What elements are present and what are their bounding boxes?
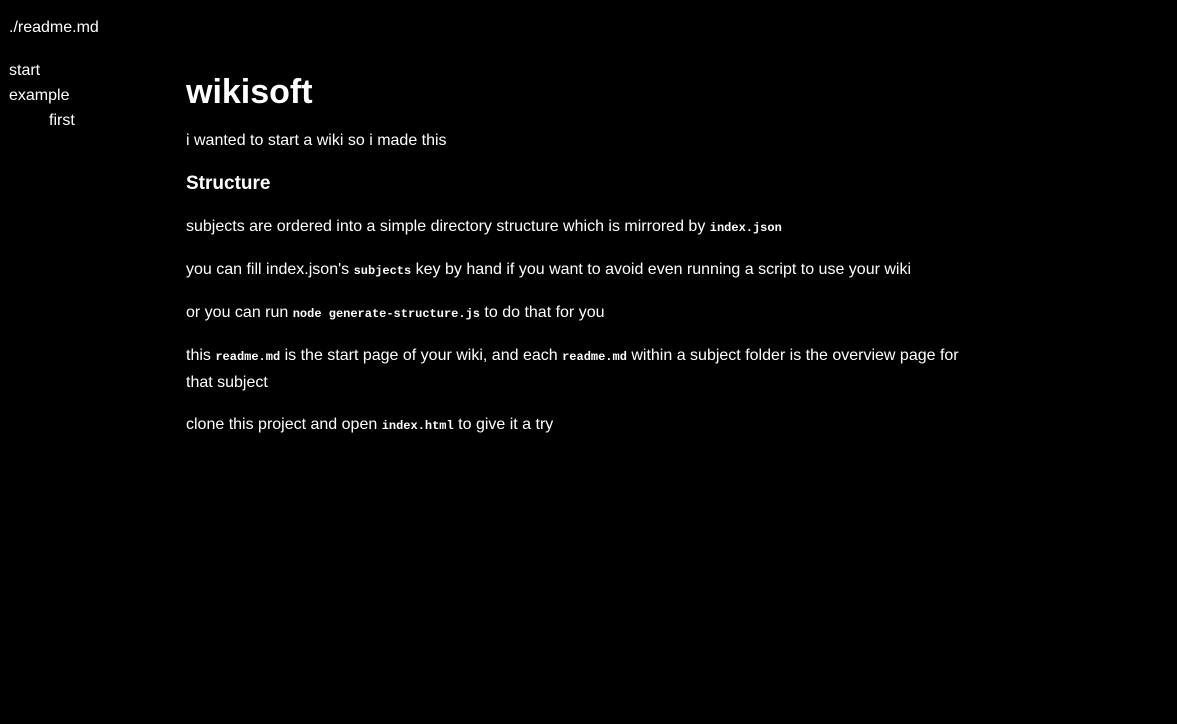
paragraph-readme: this readme.md is the start page of your…: [186, 343, 986, 396]
sidebar-item-first[interactable]: first: [9, 108, 75, 133]
paragraph-generate: or you can run node generate-structure.j…: [186, 300, 986, 327]
inline-code: index.html: [381, 419, 454, 433]
section-heading: Structure: [186, 173, 271, 194]
paragraph-subjects: you can fill index.json's subjects key b…: [186, 257, 986, 284]
paragraph-text: this: [186, 347, 216, 364]
intro-text: i wanted to start a wiki so i made this: [186, 132, 447, 149]
main-content: wikisoft i wanted to start a wiki so i m…: [186, 70, 986, 439]
paragraph-clone: clone this project and open index.html t…: [186, 412, 986, 439]
file-path: ./readme.md: [9, 19, 99, 36]
sidebar-nav: start example first: [9, 58, 75, 133]
sidebar-item-example[interactable]: example: [9, 83, 75, 108]
paragraph-text: subjects are ordered into a simple direc…: [186, 218, 710, 235]
paragraph-text: is the start page of your wiki, and each: [280, 347, 563, 364]
inline-code: subjects: [353, 264, 412, 278]
inline-code: index.json: [709, 221, 782, 235]
paragraph-structure: subjects are ordered into a simple direc…: [186, 214, 986, 241]
sidebar-item-start[interactable]: start: [9, 58, 75, 83]
inline-code: node generate-structure.js: [292, 307, 480, 321]
paragraph-text: to give it a try: [453, 416, 554, 433]
inline-code: readme.md: [562, 350, 627, 364]
inline-code: readme.md: [215, 350, 281, 364]
page-title: wikisoft: [186, 73, 313, 111]
paragraph-text: or you can run: [186, 304, 293, 321]
paragraph-text: key by hand if you want to avoid even ru…: [411, 261, 912, 278]
paragraph-text: you can fill index.json's: [186, 261, 354, 278]
paragraph-text: clone this project and open: [186, 416, 382, 433]
paragraph-text: to do that for you: [479, 304, 605, 321]
